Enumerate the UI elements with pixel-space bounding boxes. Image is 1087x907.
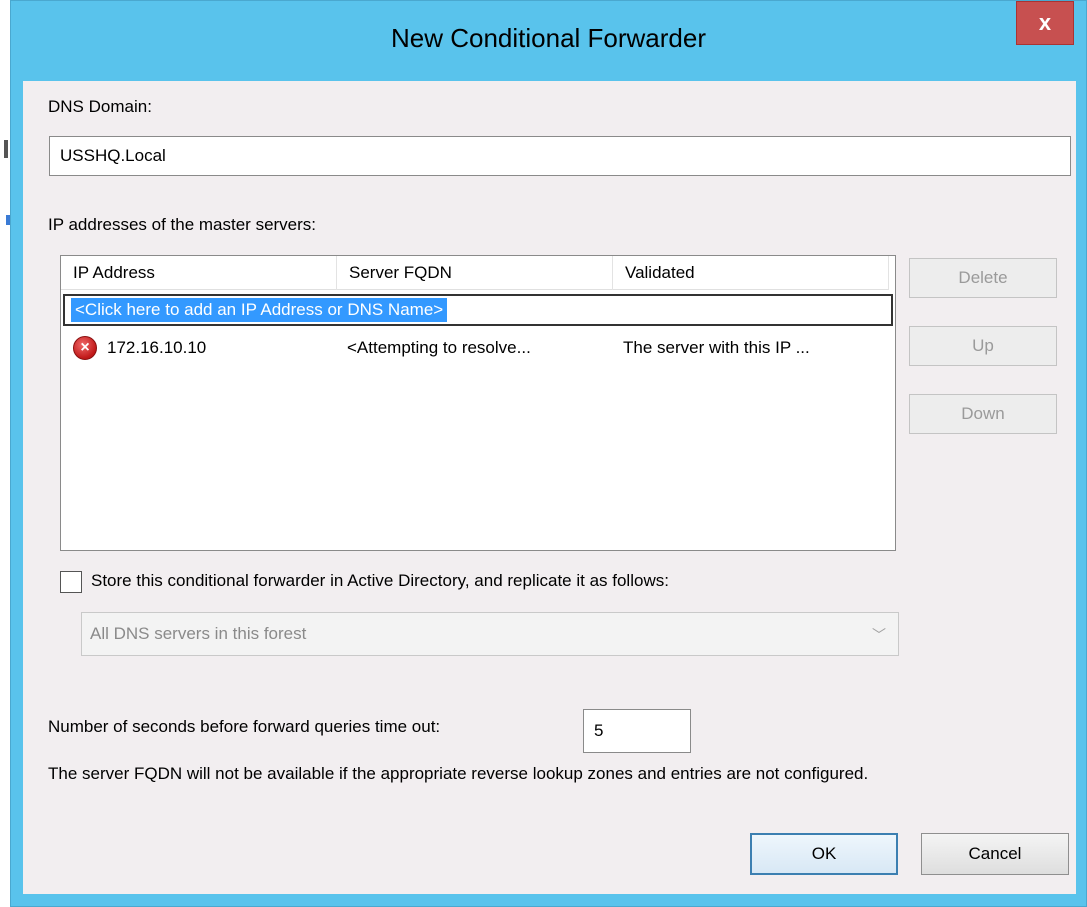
ok-button[interactable]: OK (750, 833, 898, 875)
timeout-value: 5 (594, 721, 604, 740)
dialog-title: New Conditional Forwarder (390, 23, 707, 53)
new-conditional-forwarder-dialog: New Conditional Forwarder x DNS Domain: … (10, 0, 1087, 907)
replication-scope-select[interactable]: All DNS servers in this forest ﹀ (81, 612, 899, 656)
dialog-body: DNS Domain: USSHQ.Local IP addresses of … (23, 81, 1076, 894)
timeout-input[interactable]: 5 (583, 709, 691, 753)
row-validated: The server with this IP ... (623, 338, 810, 357)
down-button-label: Down (961, 404, 1005, 423)
row-server-fqdn: <Attempting to resolve... (347, 338, 531, 357)
cancel-button[interactable]: Cancel (921, 833, 1069, 875)
title-bar[interactable]: New Conditional Forwarder x (11, 1, 1086, 81)
dns-domain-input[interactable]: USSHQ.Local (49, 136, 1071, 176)
row-ip-address: 172.16.10.10 (107, 338, 207, 357)
replication-scope-value: All DNS servers in this forest (90, 624, 307, 643)
column-header-server-fqdn[interactable]: Server FQDN (337, 256, 613, 290)
master-servers-label: IP addresses of the master servers: (48, 215, 317, 234)
store-in-ad-label[interactable]: Store this conditional forwarder in Acti… (91, 571, 669, 591)
up-button-label: Up (972, 336, 994, 355)
close-button[interactable]: x (1016, 1, 1074, 45)
up-button[interactable]: Up (909, 326, 1057, 366)
delete-button-label: Delete (958, 268, 1008, 287)
fqdn-note: The server FQDN will not be available if… (48, 764, 869, 783)
cancel-button-label: Cancel (968, 844, 1022, 863)
ok-button-label: OK (811, 844, 837, 863)
error-icon: × (73, 336, 97, 360)
store-in-ad-checkbox[interactable] (60, 571, 82, 593)
delete-button[interactable]: Delete (909, 258, 1057, 298)
list-header: IP Address Server FQDN Validated (61, 256, 889, 290)
dns-domain-label: DNS Domain: (48, 97, 152, 116)
column-header-ip-address[interactable]: IP Address (61, 256, 337, 290)
dns-domain-value: USSHQ.Local (60, 146, 166, 165)
table-row[interactable]: × 172.16.10.10 <Attempting to resolve...… (61, 332, 889, 364)
background-marker (4, 140, 8, 158)
timeout-label: Number of seconds before forward queries… (48, 717, 441, 736)
add-server-prompt[interactable]: <Click here to add an IP Address or DNS … (71, 298, 448, 322)
column-header-validated[interactable]: Validated (613, 256, 889, 290)
chevron-down-icon: ﹀ (872, 627, 886, 643)
close-icon: x (1038, 10, 1052, 35)
master-servers-list[interactable]: IP Address Server FQDN Validated <Click … (60, 255, 896, 551)
down-button[interactable]: Down (909, 394, 1057, 434)
add-server-row[interactable]: <Click here to add an IP Address or DNS … (63, 294, 893, 326)
